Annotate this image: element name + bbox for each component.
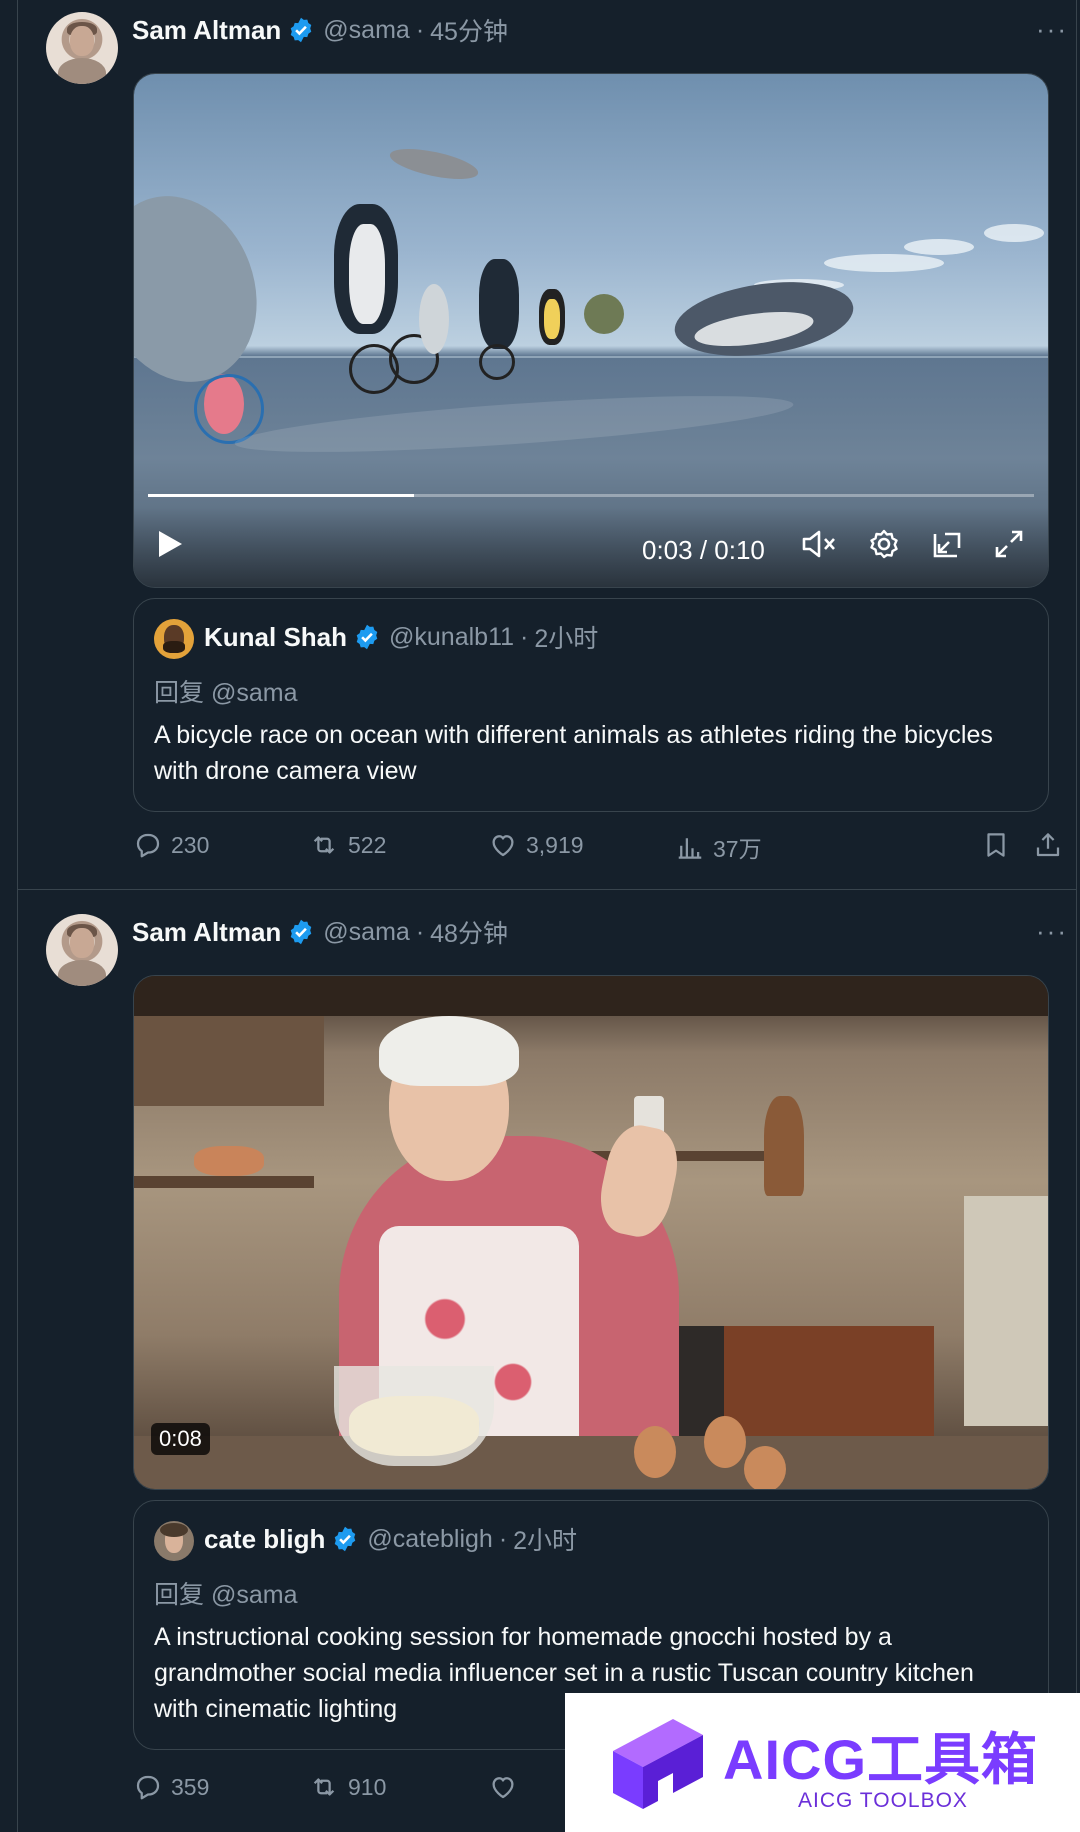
author-handle[interactable]: @sama [323, 16, 410, 45]
reply-icon [136, 833, 160, 858]
play-icon[interactable] [152, 526, 188, 562]
share-button[interactable] [1033, 830, 1071, 860]
video-frame [134, 976, 1048, 1489]
video-controls-gradient [134, 507, 1048, 587]
views-icon [678, 838, 702, 859]
repost-count: 910 [348, 1773, 387, 1800]
quoted-header: Kunal Shah @kunalb11 · 2小时 [204, 619, 598, 655]
repost-icon [313, 1778, 335, 1796]
author-name[interactable]: Sam Altman [132, 15, 281, 46]
mute-icon[interactable] [800, 526, 838, 562]
reply-button[interactable]: 230 [133, 830, 209, 860]
reply-prefix: 回复 [154, 679, 205, 707]
more-icon[interactable]: ··· [1036, 14, 1068, 45]
repost-button[interactable]: 910 [308, 1772, 386, 1802]
watermark-subtitle: AICG TOOLBOX [798, 1789, 968, 1812]
verified-icon [335, 1526, 356, 1552]
bookmark-button[interactable] [981, 830, 1019, 860]
column-border-right [1076, 0, 1077, 1832]
quoted-avatar[interactable] [154, 619, 194, 659]
reply-count: 230 [171, 831, 210, 858]
more-icon[interactable]: ··· [1036, 916, 1068, 947]
verified-icon [291, 17, 312, 43]
verified-icon [356, 624, 378, 650]
avatar[interactable] [46, 914, 118, 986]
tweet-header: Sam Altman @sama · 48分钟 [132, 914, 508, 950]
reply-context: 回复 @sama [154, 673, 297, 709]
settings-icon[interactable] [866, 526, 902, 562]
quoted-timestamp[interactable]: 2小时 [534, 619, 598, 655]
views-button[interactable]: 37万 [675, 830, 762, 864]
watermark-banner: AICG工具箱 AICG TOOLBOX [565, 1693, 1080, 1832]
fullscreen-icon[interactable] [991, 526, 1027, 562]
quoted-tweet[interactable]: Kunal Shah @kunalb11 · 2小时 回复 @sama A bi… [133, 598, 1049, 812]
video-timecode: 0:03 / 0:10 [642, 535, 765, 565]
reply-prefix: 回复 [154, 1581, 205, 1609]
reply-button[interactable]: 359 [133, 1772, 209, 1802]
reply-context: 回复 @sama [154, 1575, 297, 1611]
tweet-header: Sam Altman @sama · 45分钟 [132, 12, 508, 48]
separator-dot: · [520, 622, 529, 651]
views-count: 37万 [713, 836, 762, 862]
watermark-title: AICG工具箱 [723, 1728, 1038, 1791]
video-progress-fill [148, 494, 414, 497]
video-player[interactable]: 0:08 [133, 975, 1049, 1490]
quoted-author-handle[interactable]: @kunalb11 [389, 623, 514, 652]
quoted-timestamp[interactable]: 2小时 [513, 1521, 577, 1557]
repost-icon [313, 836, 335, 854]
quoted-avatar[interactable] [154, 1521, 194, 1561]
timeline-feed: Sam Altman @sama · 45分钟 ··· 0:03 / 0:10 … [0, 0, 1080, 1832]
quoted-header: cate bligh @catebligh · 2小时 [204, 1521, 577, 1557]
tweet[interactable]: Sam Altman @sama · 45分钟 ··· 0:03 / 0:10 … [18, 0, 1076, 890]
reply-target[interactable]: @sama [211, 679, 298, 707]
quoted-author-name[interactable]: cate bligh [204, 1524, 325, 1555]
like-button[interactable]: 3,919 [488, 830, 584, 860]
author-name[interactable]: Sam Altman [132, 917, 281, 948]
share-icon [1036, 833, 1060, 857]
video-player[interactable]: 0:03 / 0:10 [133, 73, 1049, 588]
reply-icon [136, 1775, 160, 1800]
bookmark-icon [987, 833, 1005, 857]
avatar[interactable] [46, 12, 118, 84]
video-progress-bar[interactable] [148, 494, 1034, 497]
like-button[interactable] [488, 1772, 526, 1802]
separator-dot: · [415, 917, 425, 946]
tweet[interactable]: Sam Altman @sama · 48分钟 ··· 0:08 cate bl… [18, 890, 1076, 1832]
reply-target[interactable]: @sama [211, 1581, 298, 1609]
like-icon [492, 835, 514, 857]
repost-count: 522 [348, 831, 387, 858]
separator-dot: · [415, 15, 425, 44]
action-bar: 230 522 3,919 37万 [133, 830, 1063, 870]
aicg-logo-icon [613, 1719, 703, 1809]
quoted-text: A bicycle race on ocean with different a… [154, 721, 993, 785]
quoted-author-name[interactable]: Kunal Shah [204, 622, 347, 653]
timestamp[interactable]: 48分钟 [430, 914, 508, 950]
pip-icon[interactable] [929, 526, 965, 562]
timestamp[interactable]: 45分钟 [430, 12, 508, 48]
author-handle[interactable]: @sama [323, 918, 410, 947]
separator-dot: · [498, 1524, 508, 1553]
repost-button[interactable]: 522 [308, 830, 386, 860]
quoted-author-handle[interactable]: @catebligh [367, 1525, 492, 1554]
video-duration-badge: 0:08 [151, 1423, 210, 1455]
verified-icon [291, 919, 312, 945]
like-count: 3,919 [526, 831, 584, 858]
reply-count: 359 [171, 1773, 210, 1800]
like-icon [492, 1777, 514, 1799]
